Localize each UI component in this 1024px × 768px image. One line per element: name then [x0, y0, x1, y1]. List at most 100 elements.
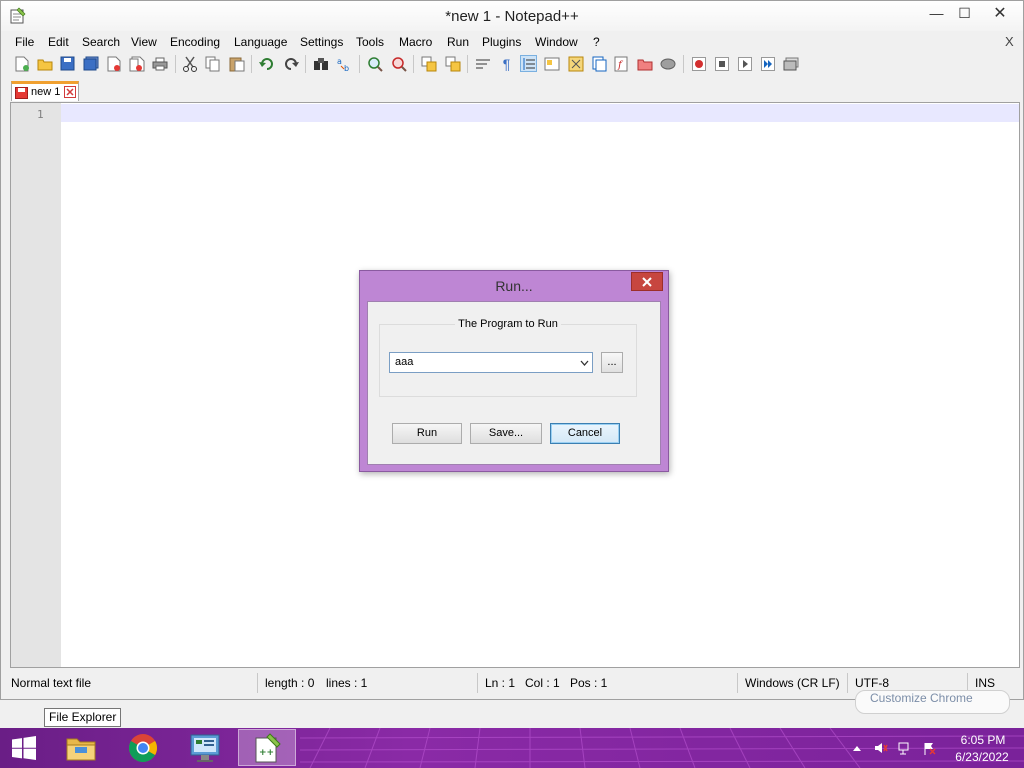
title-bar[interactable]: *new 1 - Notepad++ — ☐ ✕	[1, 1, 1023, 31]
taskbar-chrome[interactable]	[114, 729, 172, 766]
notepad-plus-plus-icon: ++	[255, 732, 281, 762]
notification-text: Customize Chrome	[870, 691, 973, 705]
svg-text:++: ++	[259, 748, 274, 758]
save-all-icon[interactable]	[82, 55, 99, 72]
menu-edit[interactable]: Edit	[48, 35, 69, 49]
tab-new-1[interactable]: new 1	[11, 81, 79, 101]
volume-muted-icon[interactable]	[874, 741, 888, 755]
show-all-characters-icon[interactable]: ¶	[498, 55, 515, 72]
menu-encoding[interactable]: Encoding	[170, 35, 220, 49]
document-list-icon[interactable]	[590, 55, 607, 72]
menu-view[interactable]: View	[131, 35, 157, 49]
toolbar-separator	[683, 55, 684, 73]
function-list-icon[interactable]: f	[613, 55, 630, 72]
zoom-in-icon[interactable]	[366, 55, 383, 72]
status-column: Col : 1	[525, 676, 560, 690]
word-wrap-icon[interactable]	[474, 55, 491, 72]
program-group-box: The Program to Run aaa ...	[379, 318, 637, 397]
sync-vertical-icon[interactable]	[420, 55, 437, 72]
menu-tools[interactable]: Tools	[356, 35, 384, 49]
minimize-button[interactable]: —	[923, 4, 950, 22]
status-separator	[847, 673, 848, 693]
status-separator	[257, 673, 258, 693]
status-line: Ln : 1	[485, 676, 516, 690]
cut-icon[interactable]	[181, 55, 198, 72]
undo-icon[interactable]	[258, 55, 275, 72]
menu-run[interactable]: Run	[447, 35, 469, 49]
new-file-icon[interactable]	[13, 55, 30, 72]
browse-button[interactable]: ...	[601, 352, 623, 373]
network-icon[interactable]	[898, 741, 912, 755]
find-icon[interactable]	[312, 55, 329, 72]
menu-help[interactable]: ?	[593, 35, 600, 49]
monitoring-icon[interactable]	[659, 55, 676, 72]
zoom-out-icon[interactable]	[390, 55, 407, 72]
clock-time[interactable]: 6:05 PM	[958, 733, 1008, 747]
toolbar-separator	[467, 55, 468, 73]
menu-settings[interactable]: Settings	[300, 35, 343, 49]
system-tray: 6:05 PM 6/23/2022	[848, 728, 1024, 768]
play-macro-icon[interactable]	[736, 55, 753, 72]
folder-as-workspace-icon[interactable]	[636, 55, 653, 72]
stop-macro-icon[interactable]	[713, 55, 730, 72]
print-icon[interactable]	[151, 55, 168, 72]
document-map-icon[interactable]	[567, 55, 584, 72]
toolbar-separator	[251, 55, 252, 73]
indent-guide-icon[interactable]	[520, 55, 537, 72]
taskbar-control-panel[interactable]	[176, 729, 234, 766]
status-eol-format[interactable]: Windows (CR LF)	[745, 676, 840, 690]
close-file-icon[interactable]	[105, 55, 122, 72]
maximize-button[interactable]: ☐	[951, 4, 978, 22]
save-button[interactable]: Save...	[470, 423, 542, 444]
close-all-icon[interactable]	[128, 55, 145, 72]
line-number-gutter: 1	[11, 103, 61, 667]
open-file-icon[interactable]	[36, 55, 53, 72]
line-number: 1	[37, 108, 44, 121]
toolbar-separator	[413, 55, 414, 73]
redo-icon[interactable]	[282, 55, 299, 72]
taskbar-file-explorer[interactable]	[52, 729, 110, 766]
close-window-button[interactable]: ✕	[978, 4, 1022, 22]
status-separator	[737, 673, 738, 693]
dialog-body: The Program to Run aaa ... Run Save... C…	[367, 301, 661, 465]
copy-icon[interactable]	[204, 55, 221, 72]
menu-file[interactable]: File	[15, 35, 34, 49]
show-hidden-icons-chevron-up-icon[interactable]	[850, 741, 864, 755]
program-input[interactable]: aaa	[395, 356, 413, 368]
start-button[interactable]	[0, 729, 48, 766]
tab-close-icon[interactable]	[64, 86, 76, 98]
tab-bar: new 1	[1, 78, 1023, 101]
taskbar-notepad-plus-plus[interactable]: ++	[238, 729, 296, 766]
save-macro-icon[interactable]	[782, 55, 799, 72]
menu-plugins[interactable]: Plugins	[482, 35, 521, 49]
record-macro-icon[interactable]	[690, 55, 707, 72]
clock-date[interactable]: 6/23/2022	[950, 750, 1014, 764]
menu-search[interactable]: Search	[82, 35, 120, 49]
cancel-button[interactable]: Cancel	[550, 423, 620, 444]
action-center-flag-icon[interactable]	[922, 741, 936, 755]
status-file-type: Normal text file	[11, 676, 92, 690]
menu-macro[interactable]: Macro	[399, 35, 432, 49]
save-icon[interactable]	[59, 55, 76, 72]
menu-language[interactable]: Language	[234, 35, 287, 49]
sync-horizontal-icon[interactable]	[444, 55, 461, 72]
dialog-close-button[interactable]	[631, 272, 663, 291]
current-line-highlight[interactable]	[61, 104, 1019, 122]
chevron-down-icon[interactable]	[578, 356, 590, 369]
status-encoding[interactable]: UTF-8	[855, 676, 889, 690]
run-button[interactable]: Run	[392, 423, 462, 444]
status-length: length : 0	[265, 676, 315, 690]
chrome-notification[interactable]: Customize Chrome	[855, 690, 1010, 714]
replace-icon[interactable]: ab	[336, 55, 353, 72]
toolbar-separator	[305, 55, 306, 73]
program-combo-box[interactable]: aaa	[389, 352, 593, 373]
close-document-button[interactable]: X	[1005, 34, 1014, 49]
status-position: Pos : 1	[570, 676, 608, 690]
user-defined-language-icon[interactable]	[543, 55, 560, 72]
paste-icon[interactable]	[228, 55, 245, 72]
window-title: *new 1 - Notepad++	[445, 8, 579, 25]
toolbar: ab ¶ f	[1, 52, 1023, 76]
menu-window[interactable]: Window	[535, 35, 578, 49]
program-group-label: The Program to Run	[455, 318, 561, 330]
run-macro-multiple-icon[interactable]	[759, 55, 776, 72]
